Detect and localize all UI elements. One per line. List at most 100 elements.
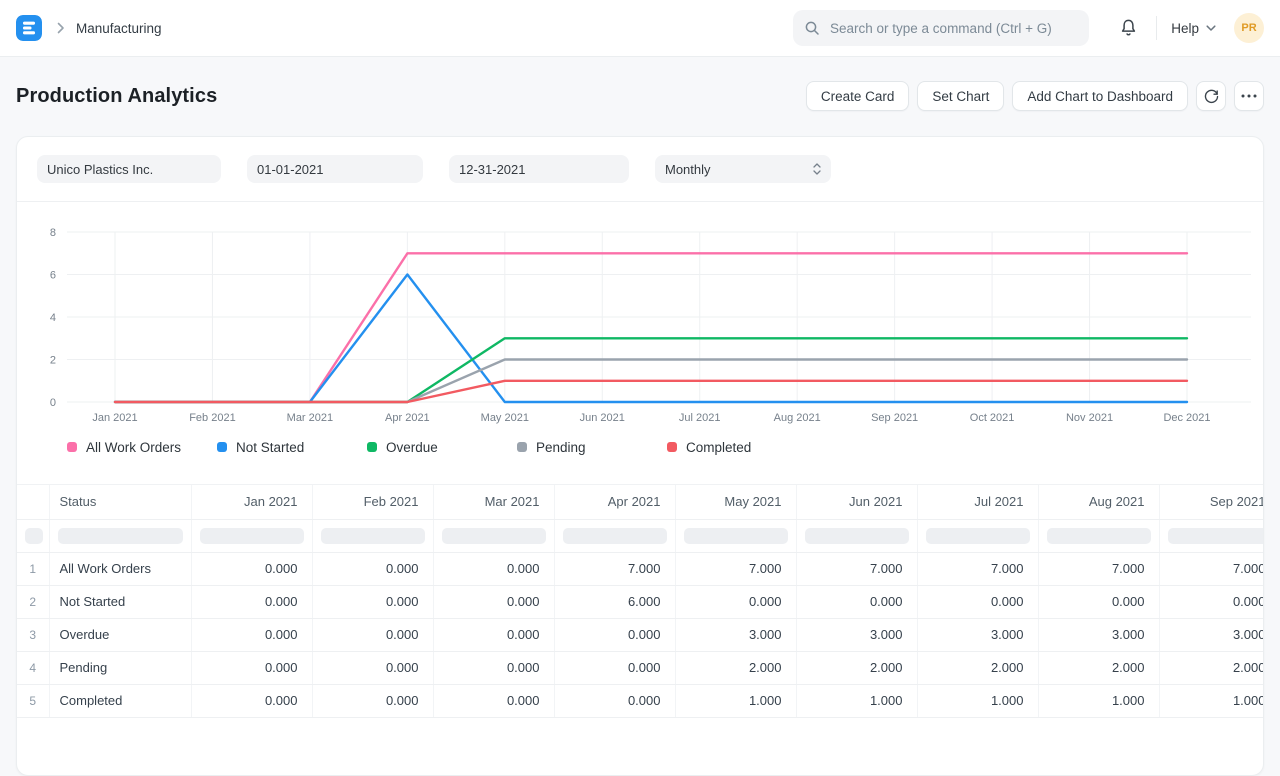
column-filter-input[interactable] bbox=[805, 528, 909, 544]
value-cell[interactable]: 0.000 bbox=[554, 684, 675, 717]
production-chart-svg[interactable]: 02468Jan 2021Feb 2021Mar 2021Apr 2021May… bbox=[17, 209, 1264, 434]
value-cell[interactable]: 0.000 bbox=[1159, 585, 1264, 618]
status-cell[interactable]: Completed bbox=[49, 684, 191, 717]
column-header-may-2021[interactable]: May 2021 bbox=[675, 485, 796, 519]
help-menu[interactable]: Help bbox=[1171, 21, 1216, 36]
value-cell[interactable]: 2.000 bbox=[1159, 651, 1264, 684]
value-cell[interactable]: 1.000 bbox=[796, 684, 917, 717]
value-cell[interactable]: 7.000 bbox=[675, 552, 796, 585]
value-cell[interactable]: 0.000 bbox=[191, 552, 312, 585]
column-header-jan-2021[interactable]: Jan 2021 bbox=[191, 485, 312, 519]
column-header-apr-2021[interactable]: Apr 2021 bbox=[554, 485, 675, 519]
value-cell[interactable]: 0.000 bbox=[433, 684, 554, 717]
set-chart-button[interactable]: Set Chart bbox=[917, 81, 1004, 111]
value-cell[interactable]: 3.000 bbox=[917, 618, 1038, 651]
company-filter-input[interactable] bbox=[37, 155, 221, 183]
value-cell[interactable]: 1.000 bbox=[1159, 684, 1264, 717]
value-cell[interactable]: 0.000 bbox=[1038, 585, 1159, 618]
value-cell[interactable]: 2.000 bbox=[1038, 651, 1159, 684]
value-cell[interactable]: 2.000 bbox=[796, 651, 917, 684]
value-cell[interactable]: 7.000 bbox=[1159, 552, 1264, 585]
avatar[interactable]: PR bbox=[1234, 13, 1264, 43]
value-cell[interactable]: 0.000 bbox=[312, 618, 433, 651]
value-cell[interactable]: 0.000 bbox=[191, 651, 312, 684]
value-cell[interactable]: 0.000 bbox=[312, 684, 433, 717]
value-cell[interactable]: 1.000 bbox=[917, 684, 1038, 717]
column-header-mar-2021[interactable]: Mar 2021 bbox=[433, 485, 554, 519]
value-cell[interactable]: 7.000 bbox=[917, 552, 1038, 585]
value-cell[interactable]: 3.000 bbox=[1159, 618, 1264, 651]
app-logo[interactable] bbox=[16, 15, 42, 41]
value-cell[interactable]: 0.000 bbox=[433, 552, 554, 585]
column-header-jul-2021[interactable]: Jul 2021 bbox=[917, 485, 1038, 519]
filter-cell[interactable] bbox=[17, 519, 49, 552]
value-cell[interactable]: 0.000 bbox=[917, 585, 1038, 618]
value-cell[interactable]: 0.000 bbox=[191, 684, 312, 717]
column-filter-input[interactable] bbox=[58, 528, 183, 544]
column-header-status[interactable]: Status bbox=[49, 485, 191, 519]
column-filter-input[interactable] bbox=[563, 528, 667, 544]
value-cell[interactable]: 6.000 bbox=[554, 585, 675, 618]
notifications-button[interactable] bbox=[1114, 14, 1142, 42]
menu-button[interactable] bbox=[1234, 81, 1264, 111]
value-cell[interactable]: 3.000 bbox=[675, 618, 796, 651]
column-header-sep-2021[interactable]: Sep 2021 bbox=[1159, 485, 1264, 519]
column-filter-input[interactable] bbox=[1168, 528, 1265, 544]
status-cell[interactable]: All Work Orders bbox=[49, 552, 191, 585]
filter-cell[interactable] bbox=[433, 519, 554, 552]
column-header-feb-2021[interactable]: Feb 2021 bbox=[312, 485, 433, 519]
filter-cell[interactable] bbox=[1038, 519, 1159, 552]
value-cell[interactable]: 0.000 bbox=[554, 651, 675, 684]
value-cell[interactable]: 0.000 bbox=[675, 585, 796, 618]
column-filter-input[interactable] bbox=[926, 528, 1030, 544]
status-cell[interactable]: Pending bbox=[49, 651, 191, 684]
create-card-button[interactable]: Create Card bbox=[806, 81, 910, 111]
value-cell[interactable]: 1.000 bbox=[675, 684, 796, 717]
status-cell[interactable]: Overdue bbox=[49, 618, 191, 651]
add-chart-to-dashboard-button[interactable]: Add Chart to Dashboard bbox=[1012, 81, 1188, 111]
status-cell[interactable]: Not Started bbox=[49, 585, 191, 618]
value-cell[interactable]: 2.000 bbox=[675, 651, 796, 684]
filter-cell[interactable] bbox=[191, 519, 312, 552]
refresh-button[interactable] bbox=[1196, 81, 1226, 111]
breadcrumb-item-manufacturing[interactable]: Manufacturing bbox=[76, 21, 162, 36]
to-date-input[interactable] bbox=[449, 155, 629, 183]
value-cell[interactable]: 0.000 bbox=[433, 618, 554, 651]
value-cell[interactable]: 0.000 bbox=[796, 585, 917, 618]
column-filter-input[interactable] bbox=[1047, 528, 1151, 544]
value-cell[interactable]: 7.000 bbox=[796, 552, 917, 585]
column-header-aug-2021[interactable]: Aug 2021 bbox=[1038, 485, 1159, 519]
value-cell[interactable]: 0.000 bbox=[312, 651, 433, 684]
column-filter-input[interactable] bbox=[442, 528, 546, 544]
filter-cell[interactable] bbox=[675, 519, 796, 552]
filter-cell[interactable] bbox=[312, 519, 433, 552]
filter-cell[interactable] bbox=[1159, 519, 1264, 552]
column-filter-input[interactable] bbox=[25, 528, 43, 544]
filter-cell[interactable] bbox=[796, 519, 917, 552]
value-cell[interactable]: 2.000 bbox=[917, 651, 1038, 684]
search-input[interactable] bbox=[828, 20, 1078, 37]
value-cell[interactable]: 7.000 bbox=[1038, 552, 1159, 585]
value-cell[interactable]: 0.000 bbox=[433, 585, 554, 618]
series-line-overdue[interactable] bbox=[115, 338, 1187, 402]
filter-cell[interactable] bbox=[917, 519, 1038, 552]
filter-cell[interactable] bbox=[554, 519, 675, 552]
value-cell[interactable]: 7.000 bbox=[554, 552, 675, 585]
value-cell[interactable]: 0.000 bbox=[433, 651, 554, 684]
column-header-jun-2021[interactable]: Jun 2021 bbox=[796, 485, 917, 519]
value-cell[interactable]: 0.000 bbox=[191, 585, 312, 618]
series-line-completed[interactable] bbox=[115, 381, 1187, 402]
range-select[interactable]: Monthly bbox=[655, 155, 831, 183]
value-cell[interactable]: 3.000 bbox=[1038, 618, 1159, 651]
value-cell[interactable]: 0.000 bbox=[312, 585, 433, 618]
column-filter-input[interactable] bbox=[321, 528, 425, 544]
filter-cell[interactable] bbox=[49, 519, 191, 552]
from-date-input[interactable] bbox=[247, 155, 423, 183]
column-filter-input[interactable] bbox=[684, 528, 788, 544]
column-filter-input[interactable] bbox=[200, 528, 304, 544]
value-cell[interactable]: 1.000 bbox=[1038, 684, 1159, 717]
value-cell[interactable]: 0.000 bbox=[554, 618, 675, 651]
value-cell[interactable]: 0.000 bbox=[312, 552, 433, 585]
value-cell[interactable]: 3.000 bbox=[796, 618, 917, 651]
value-cell[interactable]: 0.000 bbox=[191, 618, 312, 651]
